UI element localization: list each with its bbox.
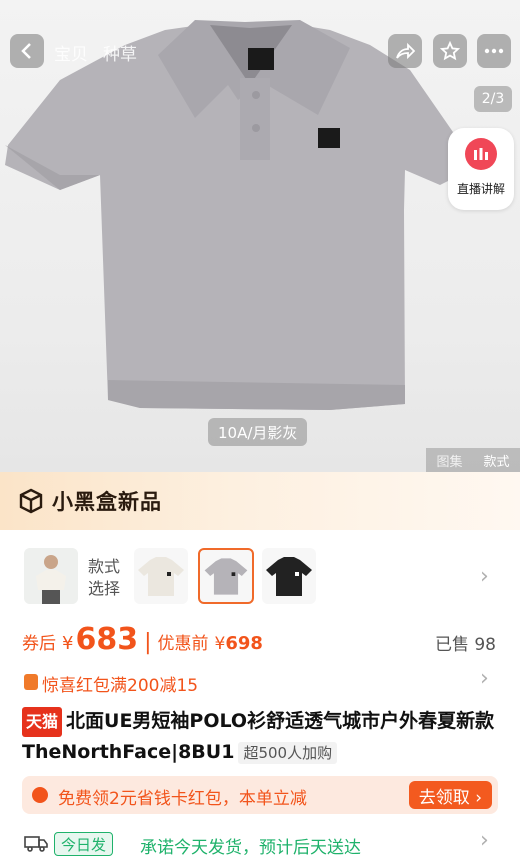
buyers-tag: 超500人加购 (238, 742, 338, 764)
price-block: 券后 ¥ 683 | 优惠前 ¥ 698 (22, 622, 263, 657)
coupon-price-label: 券后 (22, 634, 56, 654)
red-packet-text: 惊喜红包满200减15 (42, 676, 199, 696)
coupon-icon (32, 787, 48, 803)
thumb-white[interactable] (134, 548, 188, 604)
blackbox-banner: 小黑盒新品 (0, 472, 520, 530)
share-icon (396, 42, 415, 60)
sold-count: 已售 98 (434, 635, 496, 655)
price-row: 券后 ¥ 683 | 优惠前 ¥ 698 已售 98 (0, 620, 520, 662)
chevron-right-icon: › (480, 666, 489, 691)
promo-bar[interactable]: 免费领2元省钱卡红包，本单立减 去领取 › (22, 776, 498, 814)
more-button[interactable] (477, 34, 511, 68)
pre-discount-label: 优惠前 (157, 634, 209, 654)
favorite-button[interactable] (433, 34, 467, 68)
shipping-text: 承诺今天发货，预计后天送达 (140, 838, 361, 858)
product-title: 天猫 北面UE男短袖POLO衫舒适透气城市户外春夏新款TheNorthFace|8… (22, 706, 502, 767)
tab-baobei[interactable]: 宝贝 (54, 40, 88, 65)
polo-shirt-image (5, 20, 470, 410)
price-separator: | (144, 630, 152, 655)
live-explain-button[interactable]: 直播讲解 (448, 128, 514, 210)
tmall-badge: 天猫 (22, 707, 63, 737)
live-label: 直播讲解 (456, 182, 505, 196)
thumb-black[interactable] (262, 548, 316, 604)
star-icon (440, 41, 460, 61)
image-page-indicator: 2/3 (474, 86, 512, 112)
coupon-price: 683 (75, 622, 139, 657)
variant-chip: 10A/月影灰 (208, 418, 308, 446)
claim-button[interactable]: 去领取 › (408, 781, 492, 809)
product-image-gallery[interactable]: 宝贝 种草 2/3 直播讲解 10A/月影灰 图集 款式 (0, 0, 520, 472)
banner-title: 小黑盒新品 (52, 490, 162, 514)
back-button[interactable] (10, 34, 44, 68)
chevron-right-icon: › (480, 828, 489, 853)
chevron-left-icon (21, 43, 31, 59)
pre-yen-symbol: ¥ (214, 634, 226, 654)
tab-style[interactable]: 款式 (473, 451, 520, 470)
red-packet-row[interactable]: 惊喜红包满200减15 › (0, 666, 520, 700)
pre-discount-price: 698 (225, 633, 263, 654)
live-icon (465, 138, 497, 170)
tab-zhongcao[interactable]: 种草 (103, 40, 137, 65)
style-selector[interactable]: 款式 选择 › (0, 540, 520, 612)
red-packet-icon (24, 674, 38, 690)
thumb-model[interactable] (24, 548, 78, 604)
yen-symbol: ¥ (62, 633, 74, 654)
more-dots-icon (484, 48, 504, 54)
gallery-tabs: 图集 款式 (426, 448, 520, 472)
thumb-gray[interactable] (198, 548, 254, 604)
shipping-row[interactable]: 今日发 承诺今天发货，预计后天送达 › (0, 828, 520, 858)
chevron-right-icon: › (480, 564, 489, 589)
today-ship-badge: 今日发 (54, 832, 114, 856)
share-button[interactable] (388, 34, 422, 68)
tab-album[interactable]: 图集 (426, 451, 473, 470)
box-icon (19, 488, 43, 514)
promo-text: 免费领2元省钱卡红包，本单立减 (58, 789, 307, 809)
style-select-label: 款式 选择 (88, 557, 121, 598)
product-title-block: 天猫 北面UE男短袖POLO衫舒适透气城市户外春夏新款TheNorthFace|8… (0, 706, 520, 764)
truck-icon (24, 836, 48, 852)
